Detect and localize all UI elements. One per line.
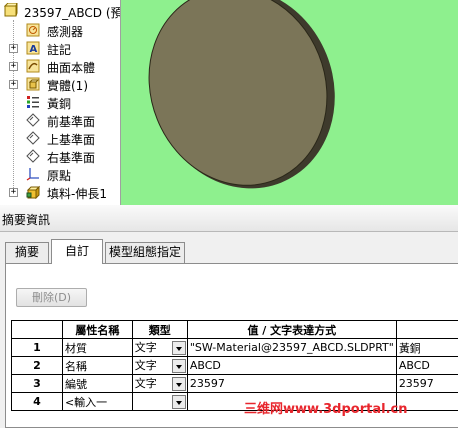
expand-icon[interactable]: + (9, 62, 18, 71)
table-row: 3 編號 文字 23597 23597 (12, 375, 458, 393)
surface-bodies-icon (26, 59, 40, 73)
type-cell[interactable] (132, 393, 187, 411)
expand-icon[interactable]: + (9, 44, 18, 53)
value-cell[interactable]: "SW-Material@23597_ABCD.SLDPRT" (187, 339, 396, 357)
evaluated-value-cell: 黃銅 (396, 339, 458, 357)
row-number[interactable]: 1 (12, 339, 63, 357)
watermark: 三维网www.3dportal.cn (244, 398, 407, 417)
type-value: 文字 (135, 341, 157, 354)
tree-item-label: 實體(1) (47, 77, 88, 94)
property-name-cell[interactable]: 材質 (62, 339, 132, 357)
origin-icon (26, 167, 40, 181)
delete-button[interactable]: 刪除(D) (16, 288, 87, 307)
expand-icon[interactable]: + (9, 188, 18, 197)
dropdown-arrow-icon[interactable] (172, 377, 186, 391)
tree-item-label: 註記 (47, 41, 71, 58)
plane-icon (26, 131, 40, 145)
dialog-titlebar[interactable]: 摘要資訊 (0, 205, 458, 232)
dropdown-arrow-icon[interactable] (172, 395, 186, 409)
tree-item-label: 填料-伸長1 (47, 185, 107, 202)
row-number[interactable]: 3 (12, 375, 63, 393)
property-name-cell[interactable]: <輸入一 (62, 393, 132, 411)
row-number[interactable]: 4 (12, 393, 63, 411)
tree-item-label: 上基準面 (47, 131, 95, 148)
table-row: 2 名稱 文字 ABCD ABCD (12, 357, 458, 375)
tree-item-label: 黃銅 (47, 95, 71, 112)
tree-item-label: 曲面本體 (47, 59, 95, 76)
value-cell[interactable]: ABCD (187, 357, 396, 375)
graphics-viewport[interactable] (121, 0, 458, 205)
dialog-title: 摘要資訊 (2, 211, 50, 228)
type-value: 文字 (135, 377, 157, 390)
tab-configuration-specific[interactable]: 模型組態指定 (105, 242, 185, 263)
summary-info-dialog: 摘要資訊 摘要 自訂 模型組態指定 刪除(D) 屬性名稱 類型 值 / 文字表達… (0, 205, 458, 423)
grid-header-evaluated[interactable] (396, 321, 458, 339)
grid-header-type[interactable]: 類型 (132, 321, 187, 339)
row-number[interactable]: 2 (12, 357, 63, 375)
type-cell[interactable]: 文字 (132, 357, 187, 375)
tree-root-label: 23597_ABCD (預 (24, 4, 121, 21)
part-disc-model[interactable] (121, 0, 458, 205)
sensor-icon (26, 23, 40, 37)
table-row: 1 材質 文字 "SW-Material@23597_ABCD.SLDPRT" … (12, 339, 458, 357)
tab-custom[interactable]: 自訂 (51, 239, 103, 264)
material-icon (26, 95, 40, 109)
tree-item-label: 感測器 (47, 23, 83, 40)
grid-header-property-name[interactable]: 屬性名稱 (62, 321, 132, 339)
grid-header-rownum (12, 321, 63, 339)
property-name-cell[interactable]: 編號 (62, 375, 132, 393)
grid-header-value[interactable]: 值 / 文字表達方式 (187, 321, 396, 339)
tree-item-label: 右基準面 (47, 149, 95, 166)
type-value: 文字 (135, 359, 157, 372)
dropdown-arrow-icon[interactable] (172, 341, 186, 355)
type-cell[interactable]: 文字 (132, 339, 187, 357)
evaluated-value-cell: 23597 (396, 375, 458, 393)
property-name-cell[interactable]: 名稱 (62, 357, 132, 375)
grid-header-row: 屬性名稱 類型 值 / 文字表達方式 (12, 321, 458, 339)
plane-icon (26, 149, 40, 163)
expand-icon[interactable]: + (9, 80, 18, 89)
svg-text:A: A (30, 44, 38, 55)
plane-icon (26, 113, 40, 127)
dropdown-arrow-icon[interactable] (172, 359, 186, 373)
value-cell[interactable]: 23597 (187, 375, 396, 393)
extrude-icon (26, 185, 40, 199)
tree-item-label: 前基準面 (47, 113, 95, 130)
part-icon (4, 3, 18, 17)
tab-summary[interactable]: 摘要 (5, 242, 49, 263)
type-cell[interactable]: 文字 (132, 375, 187, 393)
annotation-icon: A (26, 41, 40, 55)
feature-manager-tree: 23597_ABCD (預 感測器 + A 註記 + 曲面本體 + 實體(1) (0, 0, 121, 205)
tree-item-label: 原點 (47, 167, 71, 184)
solid-bodies-icon (26, 77, 40, 91)
evaluated-value-cell: ABCD (396, 357, 458, 375)
